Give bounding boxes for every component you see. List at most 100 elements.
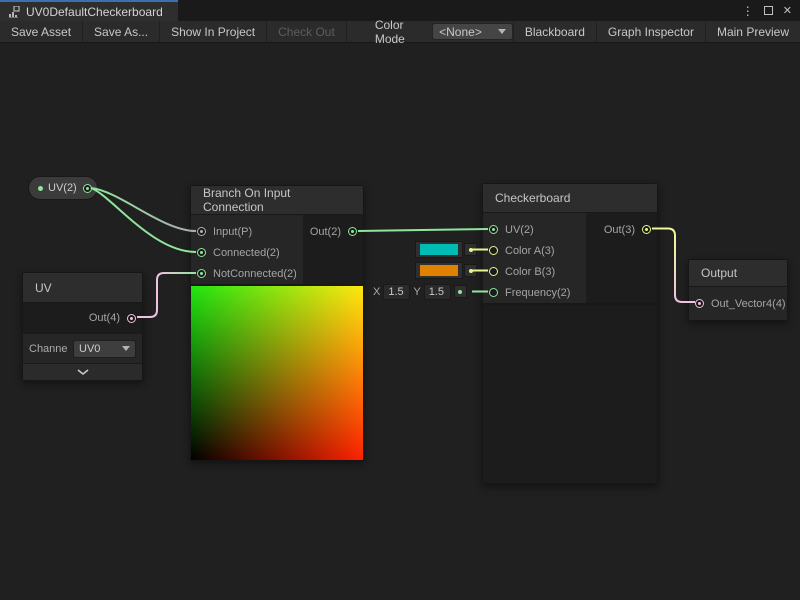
x-label: X [373, 286, 380, 298]
graph-inspector-toggle-button[interactable]: Graph Inspector [596, 21, 705, 42]
port-color-b[interactable] [489, 267, 498, 276]
color-a-picker[interactable] [415, 241, 463, 258]
chevron-down-icon [498, 29, 506, 34]
y-label: Y [413, 286, 420, 298]
port-label: Out(2) [310, 226, 341, 238]
frequency-connector [454, 285, 467, 298]
port-label: Frequency(2) [505, 287, 570, 299]
port-connected[interactable] [197, 248, 206, 257]
node-branch-on-input-connection[interactable]: Branch On Input Connection Input(P) Conn… [190, 185, 364, 461]
node-checkerboard[interactable]: Checkerboard UV(2) Color A(3) Color B(3) [482, 183, 658, 484]
chevron-down-icon [77, 369, 89, 375]
connector-dot-icon [469, 269, 473, 273]
port-label: Color A(3) [505, 245, 555, 257]
connector-dot-icon [469, 248, 473, 252]
port-checker-uv[interactable] [489, 225, 498, 234]
edge-uv2-to-connected[interactable] [91, 188, 196, 252]
window-menu-icon[interactable]: ⋮ [742, 4, 754, 18]
port-row-input: Input(P) [191, 221, 303, 242]
main-preview-toggle-button[interactable]: Main Preview [705, 21, 800, 42]
port-branch-out[interactable] [348, 227, 357, 236]
port-row-notconnected: NotConnected(2) [191, 263, 303, 284]
channel-dropdown[interactable]: UV0 [73, 340, 136, 358]
graph-toolbar: Save Asset Save As... Show In Project Ch… [0, 21, 800, 43]
node-title[interactable]: Branch On Input Connection [191, 186, 363, 215]
port-row-out-vector4: Out_Vector4(4) [689, 287, 787, 320]
port-label: Color B(3) [505, 266, 555, 278]
edge-branchout-to-checker-uv[interactable] [358, 229, 488, 231]
port-row-color-a: Color A(3) [483, 240, 586, 261]
color-b-picker[interactable] [415, 262, 463, 279]
port-frequency[interactable] [489, 288, 498, 297]
preview-expander[interactable] [23, 363, 142, 380]
channel-label: Channe [29, 343, 73, 355]
color-b-connector [464, 264, 477, 277]
maximize-icon[interactable] [764, 6, 773, 15]
branch-preview [191, 284, 363, 460]
color-mode-dropdown[interactable]: <None> [432, 23, 513, 40]
color-b-swatch [420, 265, 458, 276]
window-controls: ⋮ ✕ [742, 0, 800, 21]
color-a-widget [415, 241, 477, 258]
color-a-connector [464, 243, 477, 256]
edge-uv2-to-input[interactable] [91, 188, 196, 231]
shader-graph-window: UV0DefaultCheckerboard ⋮ ✕ Save Asset Sa… [0, 0, 800, 600]
node-body: Input(P) Connected(2) NotConnected(2) Ou… [191, 215, 363, 284]
close-icon[interactable]: ✕ [783, 4, 792, 17]
pill-label: UV(2) [48, 182, 77, 194]
shader-graph-icon [8, 6, 20, 18]
frequency-x-field[interactable]: 1.5 [383, 284, 410, 300]
node-title[interactable]: Output [689, 260, 787, 287]
toolbar-right-group: Blackboard Graph Inspector Main Preview [513, 21, 800, 42]
inputs-section: Input(P) Connected(2) NotConnected(2) [191, 215, 303, 284]
channel-value: UV0 [79, 343, 100, 355]
checkerboard-pattern-inner [483, 305, 657, 483]
show-in-project-button[interactable]: Show In Project [160, 21, 267, 42]
port-label: Connected(2) [213, 247, 280, 259]
port-color-a[interactable] [489, 246, 498, 255]
port-notconnected[interactable] [197, 269, 206, 278]
outputs-section: Out(3) [586, 213, 657, 303]
node-output[interactable]: Output Out_Vector4(4) [688, 259, 788, 321]
color-mode-label: Color Mode [347, 18, 432, 46]
save-as-button[interactable]: Save As... [83, 21, 160, 42]
port-row-out2: Out(2) [303, 221, 363, 242]
connector-dot-icon [458, 290, 462, 294]
frequency-y-field[interactable]: 1.5 [424, 284, 451, 300]
port-row-frequency: Frequency(2) [483, 282, 586, 303]
port-label: Out(3) [604, 224, 635, 236]
tab-uv0defaultcheckerboard[interactable]: UV0DefaultCheckerboard [0, 0, 178, 21]
port-uv2-pill-out[interactable] [83, 184, 92, 193]
node-body: UV(2) Color A(3) Color B(3) Frequency(2) [483, 213, 657, 303]
port-input-p[interactable] [197, 227, 206, 236]
edge-uvout4-to-notconnected[interactable] [137, 273, 196, 317]
checkerboard-pattern [483, 305, 657, 483]
port-label: Input(P) [213, 226, 252, 238]
chevron-down-icon [122, 346, 130, 351]
checkerboard-preview [483, 303, 657, 483]
port-row-connected: Connected(2) [191, 242, 303, 263]
color-a-swatch [420, 244, 458, 255]
port-label: UV(2) [505, 224, 534, 236]
node-title[interactable]: Checkerboard [483, 184, 657, 213]
inputs-section: UV(2) Color A(3) Color B(3) Frequency(2) [483, 213, 586, 303]
color-mode-value: <None> [439, 25, 482, 39]
channel-control-row: Channe UV0 [23, 333, 142, 363]
port-checker-out[interactable] [642, 225, 651, 234]
port-label: Out_Vector4(4) [711, 298, 786, 310]
node-title[interactable]: UV [23, 273, 142, 303]
node-uv2-pill[interactable]: UV(2) [28, 176, 98, 200]
frequency-widget: X 1.5 Y 1.5 [373, 283, 467, 300]
port-row-uv: UV(2) [483, 219, 586, 240]
port-label: NotConnected(2) [213, 268, 297, 280]
port-uv-out4[interactable] [127, 314, 136, 323]
blackboard-toggle-button[interactable]: Blackboard [513, 21, 596, 42]
port-row-out3: Out(3) [586, 219, 657, 240]
pill-dot-icon [38, 186, 43, 191]
tab-title: UV0DefaultCheckerboard [26, 5, 163, 19]
port-out-vector4[interactable] [695, 299, 704, 308]
uv-gradient-preview [191, 286, 363, 460]
node-uv[interactable]: UV Out(4) Channe UV0 [22, 272, 143, 381]
save-asset-button[interactable]: Save Asset [0, 21, 83, 42]
outputs-section: Out(2) [303, 215, 363, 284]
